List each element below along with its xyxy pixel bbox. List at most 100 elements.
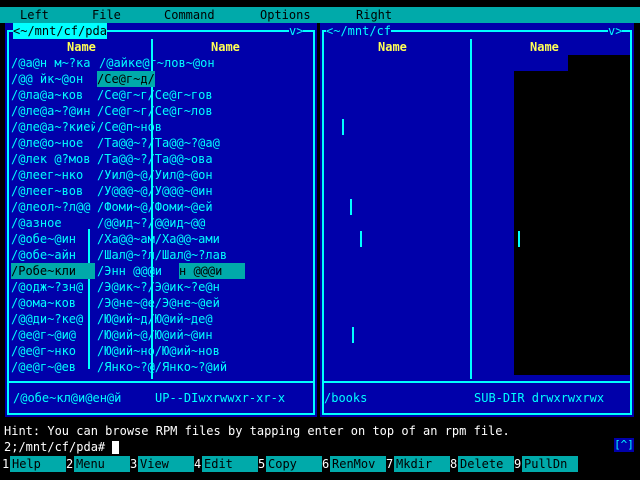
file-name-col1[interactable]: /@@ йк~@он — [11, 71, 95, 87]
fkey-pulldn-button[interactable]: 9 PullDn — [514, 456, 578, 472]
left-panel-path[interactable]: <~/mnt/cf/pda — [13, 23, 107, 39]
fkey-number: 3 — [130, 457, 138, 471]
file-row[interactable]: /@е@г~нко/Ю@ий~но/Ю@ий~нов — [11, 343, 311, 359]
file-name-col1[interactable]: /@ле@о~ное — [11, 135, 95, 151]
right-col-divider — [470, 39, 472, 379]
file-name-col1[interactable]: /@a@н м~?ка — [11, 55, 95, 71]
file-name-col1[interactable]: /@обе~айн — [11, 247, 95, 263]
file-row[interactable]: /@ле@о~ное/Та@@~?/Та@@~?@а@ — [11, 135, 311, 151]
corner-button[interactable]: [^] — [614, 438, 634, 452]
right-panel-path[interactable]: <~/mnt/cf — [326, 23, 392, 39]
fkey-view-button[interactable]: 3 View — [130, 456, 194, 472]
file-name-col2[interactable]: /Се@г~г/Се@г~гов — [97, 87, 311, 103]
fkey-delete-button[interactable]: 8 Delete — [450, 456, 514, 472]
left-panel-sort-indicator[interactable]: v> — [289, 23, 304, 39]
file-row[interactable]: /@ле@а~?@ин/Се@г~г/Се@г~лов — [11, 103, 311, 119]
file-row[interactable]: /@леег~нко/Уил@~@/Уил@~@он — [11, 167, 311, 183]
right-marker — [350, 199, 352, 215]
file-name-col2[interactable]: /Уил@~@/Уил@~@он — [97, 167, 311, 183]
file-name-col1[interactable]: /@ле@а~?киейа@и@еп — [11, 119, 95, 135]
file-row[interactable]: /@обе~айн/Шал@~?л/Шал@~?лав — [11, 247, 311, 263]
fkey-number: 2 — [66, 457, 74, 471]
file-name-col1[interactable]: /@@ди~?ке@ — [11, 311, 95, 327]
file-name-col1[interactable]: /@лек @?мов — [11, 151, 95, 167]
function-key-bar: 1 Help 2 Menu 3 View 4 Edit 5 Copy 6 RenMov 7 Mkdir 8 D… — [0, 456, 640, 472]
file-name-col1[interactable]: /@леег~вов — [11, 183, 95, 199]
menu-left[interactable]: Left — [20, 7, 49, 23]
fkey-help-button[interactable]: 1 Help — [2, 456, 66, 472]
file-row[interactable]: /Робе~кли/Энн @@@и н @@@и — [11, 263, 311, 279]
file-name-col2[interactable]: /Се@г~д/Се@г~дов — [97, 71, 155, 87]
file-row[interactable]: /@обе~@ин/Ха@@~ам/Ха@@~ами — [11, 231, 311, 247]
file-name-col2[interactable]: /Янко~?@/Янко~?@ий — [97, 359, 311, 375]
file-name-col1[interactable]: /Робе~кли — [11, 263, 95, 279]
menu-command[interactable]: Command — [164, 7, 215, 23]
file-row[interactable]: /@е@г~@ев/Янко~?@/Янко~?@ий — [11, 359, 311, 375]
file-row[interactable]: /@ле@а~?киейа@и@еп/Се@п~нов — [11, 119, 311, 135]
right-marker — [352, 327, 354, 343]
file-name-col1[interactable]: /@леег~нко — [11, 167, 95, 183]
file-row[interactable]: /@азное/@@ид~?/@@ид~@@ — [11, 215, 311, 231]
file-name-col1[interactable]: /@одж~?зн@ — [11, 279, 95, 295]
file-name-col2[interactable]: /Та@@~?/Та@@~ова — [97, 151, 311, 167]
file-name-col1[interactable]: /@обе~@ин — [11, 231, 95, 247]
menu-right[interactable]: Right — [356, 7, 392, 23]
file-name-col1[interactable]: /@е@г~@ев — [11, 359, 95, 375]
menu-bar: Left File Command Options Right — [0, 7, 640, 23]
file-name-col2[interactable]: /У@@@~@/У@@@~@ин — [97, 183, 311, 199]
file-name-col1[interactable]: /@ома~ков — [11, 295, 95, 311]
file-name-col2[interactable]: /Се@г~г/Се@г~лов — [97, 103, 311, 119]
file-name-col2[interactable]: /Ю@ий~@/Ю@ий~@ин — [97, 327, 311, 343]
file-row[interactable]: /@леол~?л@@/Фоми~@/Фоми~@ей — [11, 199, 311, 215]
fkey-label: Copy — [266, 456, 322, 472]
file-name-col2-highlight[interactable]: н @@@и — [179, 263, 245, 279]
right-panel[interactable]: <~/mnt/cf v> Name Name /books SUB-DIR dr… — [320, 23, 634, 417]
file-row[interactable]: /@одж~?зн@/Э@ик~?/Э@ик~?е@н — [11, 279, 311, 295]
file-name-col1[interactable]: /@азное — [11, 215, 95, 231]
file-row[interactable]: /@a@н м~?ка/@айке@г~лов~@он — [11, 55, 311, 71]
left-panel[interactable]: <~/mnt/cf/pda v> Name Name /@a@н м~?ка/@… — [5, 23, 317, 417]
file-name-col2[interactable]: /Ха@@~ам/Ха@@~ами — [97, 231, 311, 247]
fkey-menu-button[interactable]: 2 Menu — [66, 456, 130, 472]
prompt-text: 2;/mnt/cf/pda# — [4, 440, 113, 454]
file-name-col2[interactable]: /Э@не~@е/Э@не~@ей — [97, 295, 311, 311]
file-name-col2[interactable]: /@айке@г~лов~@он — [99, 55, 313, 71]
file-row[interactable]: /@е@г~@и@/Ю@ий~@/Ю@ий~@ин — [11, 327, 311, 343]
file-row[interactable]: /@леег~вов/У@@@~@/У@@@~@ин — [11, 183, 311, 199]
file-row[interactable]: /@лек @?мов/Та@@~?/Та@@~ова — [11, 151, 311, 167]
file-name-col2[interactable]: /@@ид~?/@@ид~@@ — [97, 215, 311, 231]
fkey-renmov-button[interactable]: 6 RenMov — [322, 456, 386, 472]
fkey-copy-button[interactable]: 5 Copy — [258, 456, 322, 472]
file-name-col1[interactable]: /@е@г~@и@ — [11, 327, 95, 343]
file-name-col1[interactable]: /@ла@а~ков — [11, 87, 95, 103]
file-name-col2[interactable]: /Фоми~@/Фоми~@ей — [97, 199, 311, 215]
fkey-edit-button[interactable]: 4 Edit — [194, 456, 258, 472]
fkey-label: View — [138, 456, 194, 472]
file-name-col2[interactable]: /Се@п~нов — [97, 119, 311, 135]
right-panel-sort-indicator[interactable]: v> — [608, 23, 623, 39]
file-row[interactable]: /@@ди~?ке@/Ю@ий~д/Ю@ий~де@ — [11, 311, 311, 327]
file-name-col2[interactable]: /Ю@ий~но/Ю@ий~нов — [97, 343, 311, 359]
fkey-mkdir-button[interactable]: 7 Mkdir — [386, 456, 450, 472]
file-name-col2[interactable]: /Шал@~?л/Шал@~?лав — [97, 247, 311, 263]
file-name-col1[interactable]: /@ле@а~?@ин — [11, 103, 95, 119]
menu-file[interactable]: File — [92, 7, 121, 23]
file-name-col2[interactable]: /Ю@ий~д/Ю@ий~де@ — [97, 311, 311, 327]
right-marker — [342, 119, 344, 135]
file-row[interactable]: /@ла@а~ков/Се@г~г/Се@г~гов — [11, 87, 311, 103]
right-empty-area — [514, 71, 630, 375]
file-name-col2[interactable]: /Э@ик~?/Э@ик~?е@н — [97, 279, 311, 295]
file-row[interactable]: /@ома~ков/Э@не~@е/Э@не~@ей — [11, 295, 311, 311]
menu-options[interactable]: Options — [260, 7, 311, 23]
file-name-col1[interactable]: /@леол~?л@@ — [11, 199, 95, 215]
command-prompt[interactable]: 2;/mnt/cf/pda# — [4, 439, 120, 455]
file-name-col2[interactable]: /Та@@~?/Та@@~?@а@ — [97, 135, 311, 151]
fkey-number: 7 — [386, 457, 394, 471]
left-col-header-2: Name — [211, 40, 240, 54]
fkey-label: Delete — [458, 456, 514, 472]
file-name-col1[interactable]: /@е@г~нко — [11, 343, 95, 359]
file-row[interactable]: /@@ йк~@он/Се@г~д/Се@г~дов — [11, 71, 311, 87]
left-status-info: UP--DIwxrwwxr-xr-x — [155, 391, 286, 405]
right-col-header-1: Name — [378, 40, 407, 54]
fkey-label: PullDn — [522, 456, 578, 472]
